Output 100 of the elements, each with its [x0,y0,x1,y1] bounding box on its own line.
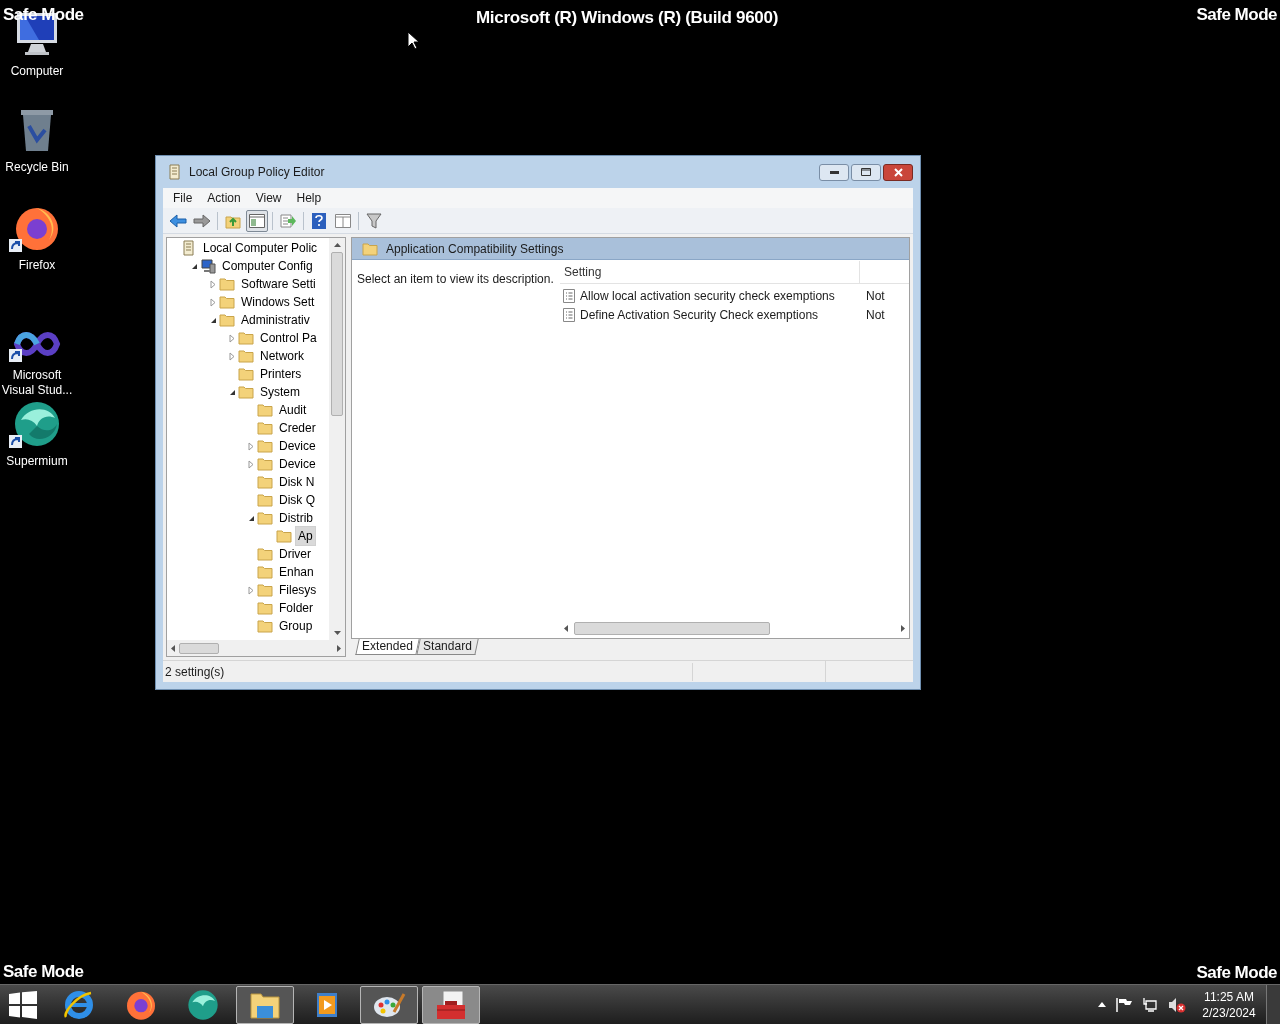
taskbar-button[interactable] [360,985,418,1024]
toolbar-button[interactable] [246,209,268,232]
folder-icon [257,403,273,417]
tree-item[interactable]: Computer Config [219,256,316,276]
horizontal-scrollbar[interactable] [167,640,345,656]
maximize-icon [861,168,871,176]
tree-item[interactable]: Folder [276,598,316,618]
tree-item[interactable]: Audit [276,400,310,420]
tree-item[interactable]: Distrib [276,508,316,528]
tree-item[interactable]: Group [276,616,316,636]
export-list-icon [280,212,296,229]
tree-item[interactable]: Printers [257,364,305,384]
scroll-thumb[interactable] [179,642,219,654]
menu-item[interactable]: File [167,189,199,207]
scroll-down-icon[interactable] [333,631,341,635]
scroll-up-icon[interactable] [333,243,341,247]
folder-icon [257,583,273,597]
show-desktop-button[interactable] [1266,985,1280,1024]
tree-item[interactable]: Ap [295,526,316,546]
setting-icon [562,307,576,322]
network-icon[interactable] [1142,996,1158,1013]
view-tab[interactable]: Extended [355,639,420,655]
description-text: Select an item to view its description. [357,272,554,286]
toolbox-icon [435,988,467,1021]
scroll-right-icon[interactable] [337,644,341,652]
close-icon [893,167,903,177]
flag-icon[interactable] [1116,997,1132,1012]
folder-icon [257,493,273,507]
tree-item[interactable]: Enhan [276,562,317,582]
close-button[interactable] [883,163,913,181]
column-header[interactable]: Setting [560,261,860,283]
clock-date: 2/23/2024 [1202,1004,1256,1021]
tree-item[interactable]: Disk N [276,472,318,492]
windows-logo-icon [9,990,37,1019]
setting-name[interactable]: Allow local activation security check exemptions [580,286,835,305]
collapsed-arrow-icon[interactable] [229,351,235,361]
menu-item[interactable]: Action [201,189,247,207]
properties-view-icon [335,213,351,228]
view-tab[interactable]: Standard [416,639,479,655]
folder-icon [219,277,235,291]
tree-item[interactable]: Control Pa [257,328,320,348]
expanded-arrow-icon[interactable] [247,514,255,522]
document-icon [181,240,197,256]
expanded-arrow-icon[interactable] [228,388,236,396]
desktop-icon-label[interactable]: Supermium [0,454,74,469]
tree-item[interactable]: Software Setti [238,274,319,294]
os-build-title: Microsoft (R) Windows (R) (Build 9600) [476,7,778,29]
maximize-button[interactable] [851,163,881,181]
folder-icon [238,349,254,363]
desktop-icon-label[interactable]: Firefox [0,258,74,273]
tree-item[interactable]: Creder [276,418,319,438]
tree-item[interactable]: Device [276,436,319,456]
clock[interactable]: 11:25 AM 2/23/2024 [1198,988,1260,1021]
scroll-right-icon[interactable] [901,624,905,632]
collapsed-arrow-icon[interactable] [229,333,235,343]
setting-icon [562,288,576,303]
minimize-icon [829,170,839,174]
desktop-icon-label[interactable]: Recycle Bin [0,160,74,175]
tree-item[interactable]: Driver [276,544,314,564]
menu-item[interactable]: Help [290,189,328,207]
scroll-left-icon[interactable] [564,624,568,632]
collapsed-arrow-icon[interactable] [248,459,254,469]
collapsed-arrow-icon[interactable] [248,441,254,451]
tree-item[interactable]: Device [276,454,319,474]
collapsed-arrow-icon[interactable] [210,279,216,289]
menu-item[interactable]: View [249,189,288,207]
help-icon [312,212,326,229]
folder-icon [238,331,254,345]
taskbar-button[interactable] [236,985,294,1024]
safe-mode-label: Safe Mode [1196,4,1277,26]
muted-speaker-icon[interactable] [1168,996,1186,1013]
taskbar-button[interactable] [422,985,480,1024]
vertical-scrollbar[interactable] [329,238,345,640]
tree-item[interactable]: Windows Sett [238,292,318,312]
setting-name[interactable]: Define Activation Security Check exemptions [580,305,819,324]
desktop-icon-label[interactable]: Computer [0,64,74,79]
collapsed-arrow-icon[interactable] [248,585,254,595]
expanded-arrow-icon[interactable] [209,316,217,324]
collapsed-arrow-icon[interactable] [210,297,216,307]
tree-item[interactable]: Disk Q [276,490,318,510]
tree-item[interactable]: Network [257,346,307,366]
clock-time: 11:25 AM [1204,988,1254,1005]
back-arrow-icon [169,213,187,228]
folder-icon [257,439,273,453]
table-cell-text: Not [866,306,885,324]
scroll-thumb[interactable] [574,621,770,635]
safe-mode-label: Safe Mode [3,961,84,983]
scroll-thumb[interactable] [331,252,343,416]
tree-item[interactable]: System [257,382,303,402]
expanded-arrow-icon[interactable] [190,262,198,270]
scroll-left-icon[interactable] [171,644,175,652]
tree-item[interactable]: Filesys [276,580,320,600]
folder-icon [257,547,273,561]
folder-icon [276,529,292,543]
desktop-icon-label[interactable]: Microsoft Visual Stud... [0,368,74,398]
supermium-icon [187,988,219,1021]
minimize-button[interactable] [819,163,849,181]
tree-item[interactable]: Administrativ [238,310,313,330]
show-hidden-icons-icon[interactable] [1098,1002,1106,1007]
tree-item[interactable]: Local Computer Polic [200,238,321,258]
